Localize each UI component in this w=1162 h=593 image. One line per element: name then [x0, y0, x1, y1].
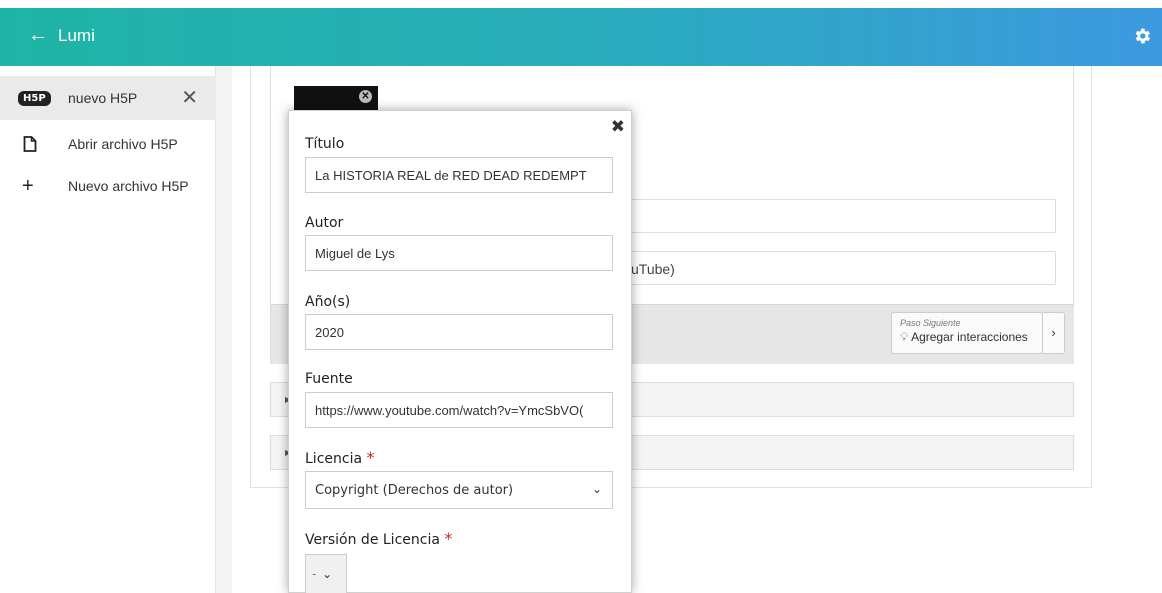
sidebar: H5P nuevo H5P ✕ Abrir archivo H5P + Nuev… — [0, 66, 216, 593]
sidebar-item-label: Nuevo archivo H5P — [68, 178, 189, 194]
next-step-label: Agregar interacciones — [911, 330, 1028, 344]
license-label: Licencia * — [305, 448, 375, 467]
gear-icon[interactable] — [1132, 26, 1152, 46]
app-title: Lumi — [58, 26, 95, 45]
license-select-value: Copyright (Derechos de autor) — [315, 483, 514, 498]
author-input[interactable]: Miguel de Lys — [305, 235, 613, 271]
sidebar-item-label: Abrir archivo H5P — [68, 136, 178, 152]
license-label-text: Licencia — [305, 451, 363, 467]
next-step-arrow-button[interactable]: › — [1043, 312, 1065, 354]
next-step-button[interactable]: Paso Siguiente 💡︎ Agregar interacciones — [891, 312, 1043, 354]
years-input[interactable]: 2020 — [305, 314, 613, 350]
license-version-label: Versión de Licencia * — [305, 529, 452, 548]
lightbulb-icon: 💡︎ — [900, 330, 909, 344]
back-arrow-icon[interactable]: ← — [28, 25, 48, 45]
license-version-value: - — [312, 567, 317, 581]
author-label: Autor — [305, 215, 344, 231]
license-version-label-text: Versión de Licencia — [305, 532, 440, 548]
editor-field-text: uTube) — [631, 261, 675, 277]
next-step-label-row: 💡︎ Agregar interacciones — [900, 330, 1034, 345]
sidebar-item-nuevo-h5p[interactable]: H5P nuevo H5P ✕ — [0, 76, 216, 120]
title-label: Título — [305, 136, 345, 152]
license-version-select[interactable]: - ⌄ — [305, 554, 347, 593]
sidebar-divider — [216, 66, 232, 593]
source-input[interactable]: https://www.youtube.com/watch?v=YmcSbVO( — [305, 392, 613, 428]
file-icon — [23, 136, 37, 152]
next-step-caption: Paso Siguiente — [900, 318, 961, 328]
close-tab-icon[interactable]: ✕ — [181, 88, 198, 108]
sidebar-item-label: nuevo H5P — [68, 90, 138, 106]
editor-youtube-field[interactable]: uTube) — [590, 251, 1056, 285]
source-label: Fuente — [305, 371, 353, 387]
h5p-logo-icon: H5P — [18, 90, 51, 106]
editor-text-field[interactable] — [590, 199, 1056, 233]
sidebar-item-abrir-archivo[interactable]: Abrir archivo H5P — [0, 122, 216, 166]
required-mark: * — [366, 448, 375, 467]
chevron-down-icon: ⌄ — [591, 482, 602, 496]
app-header: ← Lumi — [0, 8, 1162, 66]
chevron-down-icon: ⌄ — [322, 567, 333, 581]
metadata-popup: ✖ Título La HISTORIA REAL de RED DEAD RE… — [288, 110, 632, 593]
required-mark: * — [444, 529, 453, 548]
title-input[interactable]: La HISTORIA REAL de RED DEAD REDEMPT — [305, 157, 613, 193]
license-select[interactable]: Copyright (Derechos de autor) ⌄ — [305, 471, 613, 509]
close-popup-icon[interactable]: ✖ — [611, 117, 625, 137]
sidebar-item-nuevo-archivo[interactable]: + Nuevo archivo H5P — [0, 164, 216, 208]
plus-icon: + — [22, 174, 34, 197]
years-label: Año(s) — [305, 294, 351, 310]
remove-video-icon[interactable]: ✕ — [359, 90, 372, 103]
